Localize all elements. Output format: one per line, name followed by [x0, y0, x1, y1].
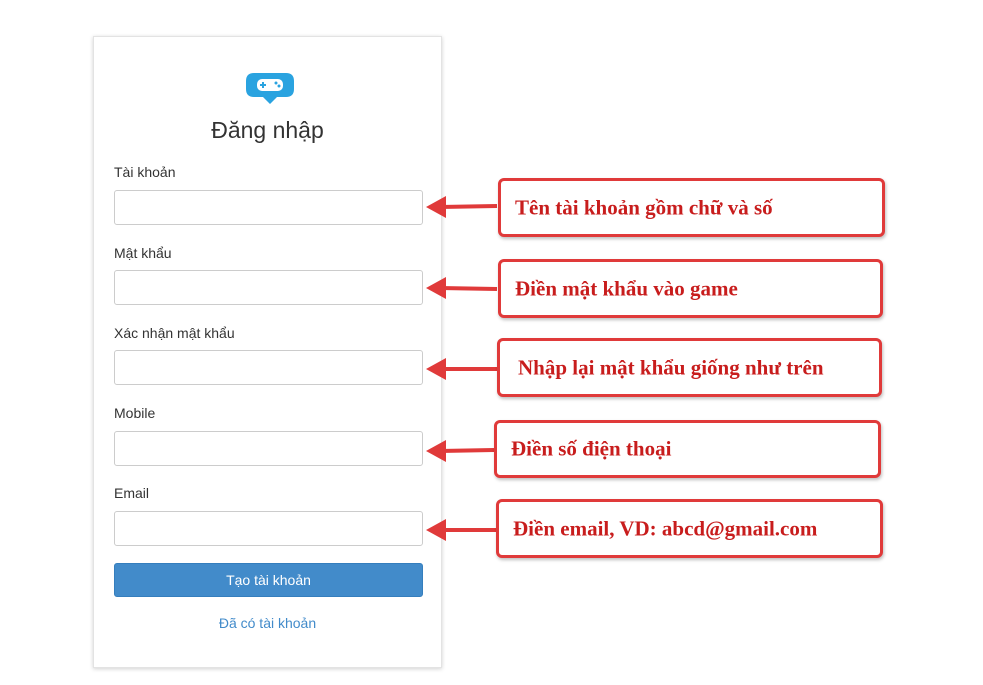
- screenshot-canvas: Đăng nhập Tài khoản Mật khẩu Xác nhận mậ…: [0, 0, 983, 685]
- annotation-confirm-password-text: Nhập lại mật khẩu giống như trên: [518, 355, 824, 379]
- arrow-email: [426, 519, 497, 541]
- annotation-mobile-text: Điền số điện thoại: [511, 436, 672, 461]
- arrow-username: [426, 196, 498, 218]
- arrow-confirm-password: [426, 358, 497, 380]
- annotation-mobile: Điền số điện thoại: [494, 420, 881, 478]
- annotation-username: Tên tài khoản gồm chữ và số: [498, 178, 885, 237]
- arrow-mobile: [426, 440, 495, 462]
- annotation-password: Điền mật khẩu vào game: [498, 259, 883, 318]
- annotation-email-text: Điền email, VD: abcd@gmail.com: [513, 516, 818, 540]
- arrow-password: [426, 277, 498, 299]
- annotation-confirm-password: Nhập lại mật khẩu giống như trên: [497, 338, 882, 397]
- annotation-username-text: Tên tài khoản gồm chữ và số: [515, 195, 773, 219]
- annotation-password-text: Điền mật khẩu vào game: [515, 276, 738, 300]
- annotation-email: Điền email, VD: abcd@gmail.com: [496, 499, 883, 558]
